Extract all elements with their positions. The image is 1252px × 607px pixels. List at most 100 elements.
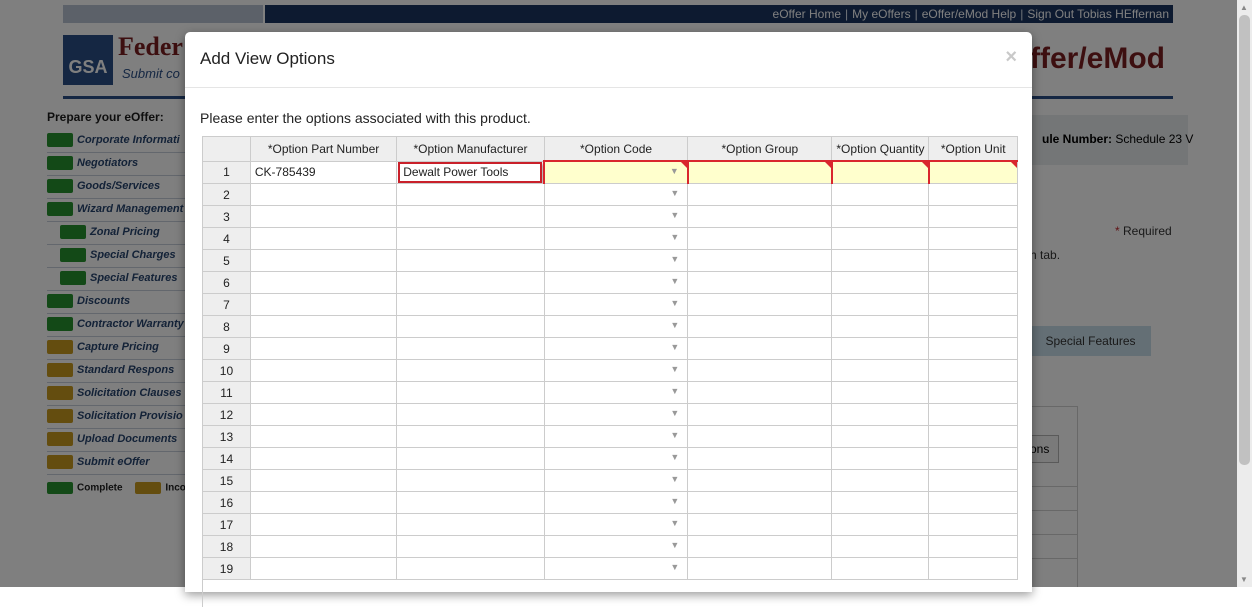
- cell-option-unit[interactable]: [928, 403, 1018, 426]
- cell-part-number[interactable]: [250, 491, 398, 514]
- cell-part-number[interactable]: [250, 425, 398, 448]
- cell-option-quantity[interactable]: [831, 513, 930, 536]
- cell-option-code[interactable]: ▼: [544, 315, 689, 338]
- cell-option-quantity[interactable]: [831, 491, 930, 514]
- cell-option-group[interactable]: [687, 359, 833, 382]
- cell-option-unit[interactable]: [928, 447, 1018, 470]
- cell-option-code[interactable]: ▼: [544, 447, 689, 470]
- cell-part-number[interactable]: CK-785439: [250, 161, 398, 184]
- dropdown-arrow-icon[interactable]: ▼: [670, 232, 679, 242]
- cell-option-quantity[interactable]: [831, 557, 930, 580]
- cell-option-quantity[interactable]: [831, 337, 930, 360]
- cell-option-group[interactable]: [687, 381, 833, 404]
- cell-option-group[interactable]: [687, 337, 833, 360]
- cell-option-code[interactable]: ▼: [544, 293, 689, 316]
- cell-option-code[interactable]: ▼: [544, 403, 689, 426]
- cell-part-number[interactable]: [250, 359, 398, 382]
- dropdown-arrow-icon[interactable]: ▼: [670, 298, 679, 308]
- cell-option-code[interactable]: ▼: [544, 381, 689, 404]
- dropdown-arrow-icon[interactable]: ▼: [670, 518, 679, 528]
- cell-option-code[interactable]: ▼: [544, 469, 689, 492]
- cell-part-number[interactable]: [250, 469, 398, 492]
- cell-option-group[interactable]: [687, 249, 833, 272]
- cell-option-group[interactable]: [687, 469, 833, 492]
- page-scrollbar[interactable]: ▲ ▼: [1237, 0, 1252, 587]
- cell-option-code[interactable]: ▼: [544, 359, 689, 382]
- cell-option-unit[interactable]: [928, 381, 1018, 404]
- cell-option-unit[interactable]: [928, 491, 1018, 514]
- cell-option-code[interactable]: ▼: [544, 183, 689, 206]
- cell-option-unit[interactable]: [928, 469, 1018, 492]
- cell-manufacturer[interactable]: [396, 205, 545, 228]
- cell-option-group[interactable]: [687, 535, 833, 558]
- cell-option-unit[interactable]: [928, 183, 1018, 206]
- cell-manufacturer[interactable]: [396, 183, 545, 206]
- cell-part-number[interactable]: [250, 249, 398, 272]
- cell-option-unit[interactable]: [927, 160, 1018, 184]
- dropdown-arrow-icon[interactable]: ▼: [670, 562, 679, 572]
- dropdown-arrow-icon[interactable]: ▼: [670, 474, 679, 484]
- cell-manufacturer[interactable]: [396, 249, 545, 272]
- column-header-option-quantity[interactable]: *Option Quantity: [831, 137, 930, 162]
- cell-option-unit[interactable]: [928, 205, 1018, 228]
- cell-part-number[interactable]: [250, 535, 398, 558]
- scroll-up-icon[interactable]: ▲: [1240, 3, 1248, 12]
- cell-part-number[interactable]: [250, 447, 398, 470]
- cell-manufacturer[interactable]: [396, 315, 545, 338]
- dropdown-arrow-icon[interactable]: ▼: [670, 210, 679, 220]
- close-icon[interactable]: ×: [1005, 46, 1017, 69]
- cell-option-code[interactable]: ▼: [544, 205, 689, 228]
- cell-option-code[interactable]: ▼: [544, 337, 689, 360]
- dropdown-arrow-icon[interactable]: ▼: [670, 166, 679, 176]
- cell-option-quantity[interactable]: [831, 227, 930, 250]
- cell-manufacturer[interactable]: [396, 271, 545, 294]
- cell-option-unit[interactable]: [928, 337, 1018, 360]
- cell-part-number[interactable]: [250, 315, 398, 338]
- cell-option-unit[interactable]: [928, 359, 1018, 382]
- column-header-manufacturer[interactable]: *Option Manufacturer: [396, 137, 545, 162]
- dropdown-arrow-icon[interactable]: ▼: [670, 452, 679, 462]
- cell-option-quantity[interactable]: [831, 249, 930, 272]
- cell-part-number[interactable]: [250, 403, 398, 426]
- cell-option-quantity[interactable]: [831, 315, 930, 338]
- cell-option-quantity[interactable]: [831, 183, 930, 206]
- cell-option-group[interactable]: [687, 491, 833, 514]
- cell-manufacturer[interactable]: [396, 337, 545, 360]
- cell-option-code[interactable]: ▼: [544, 513, 689, 536]
- cell-option-unit[interactable]: [928, 249, 1018, 272]
- cell-option-group[interactable]: [687, 205, 833, 228]
- cell-option-quantity[interactable]: [831, 403, 930, 426]
- cell-option-unit[interactable]: [928, 425, 1018, 448]
- cell-manufacturer[interactable]: [396, 293, 545, 316]
- cell-option-group[interactable]: [687, 183, 833, 206]
- cell-manufacturer[interactable]: [396, 447, 545, 470]
- cell-option-code[interactable]: ▼: [543, 160, 689, 184]
- cell-option-quantity[interactable]: [831, 205, 930, 228]
- cell-part-number[interactable]: [250, 337, 398, 360]
- cell-part-number[interactable]: [250, 227, 398, 250]
- dropdown-arrow-icon[interactable]: ▼: [670, 188, 679, 198]
- cell-option-code[interactable]: ▼: [544, 557, 689, 580]
- dropdown-arrow-icon[interactable]: ▼: [670, 364, 679, 374]
- cell-option-unit[interactable]: [928, 513, 1018, 536]
- cell-manufacturer[interactable]: [396, 381, 545, 404]
- cell-manufacturer[interactable]: [396, 535, 545, 558]
- cell-option-quantity[interactable]: [831, 293, 930, 316]
- cell-option-quantity[interactable]: [831, 535, 930, 558]
- cell-option-quantity[interactable]: [831, 447, 930, 470]
- dropdown-arrow-icon[interactable]: ▼: [670, 408, 679, 418]
- cell-part-number[interactable]: [250, 271, 398, 294]
- dropdown-arrow-icon[interactable]: ▼: [670, 496, 679, 506]
- cell-option-unit[interactable]: [928, 315, 1018, 338]
- cell-option-group[interactable]: [687, 293, 833, 316]
- cell-option-group[interactable]: [687, 447, 833, 470]
- cell-part-number[interactable]: [250, 513, 398, 536]
- cell-manufacturer[interactable]: [396, 403, 545, 426]
- dropdown-arrow-icon[interactable]: ▼: [670, 386, 679, 396]
- cell-option-group[interactable]: [687, 315, 833, 338]
- dropdown-arrow-icon[interactable]: ▼: [670, 430, 679, 440]
- column-header-option-code[interactable]: *Option Code: [544, 137, 689, 162]
- cell-option-quantity[interactable]: [831, 381, 930, 404]
- cell-option-unit[interactable]: [928, 227, 1018, 250]
- cell-option-quantity[interactable]: [831, 469, 930, 492]
